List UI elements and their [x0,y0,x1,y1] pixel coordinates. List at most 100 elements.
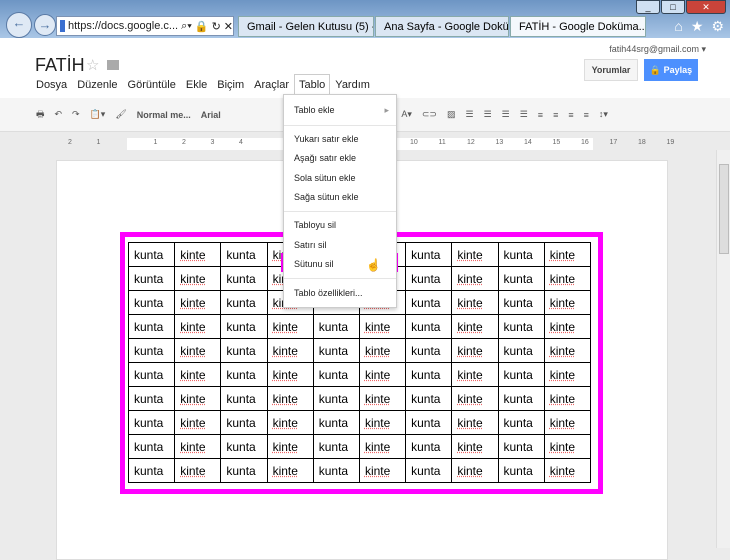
table-cell[interactable]: kunta [312,338,360,363]
align-left-icon[interactable]: ≡ [538,110,543,120]
align-right-icon[interactable]: ≡ [568,110,573,120]
table-cell[interactable]: kunta [220,410,268,435]
tab-fatih[interactable]: FATİH - Google Doküma...✕ [510,16,646,37]
table-cell[interactable]: kunta [497,386,545,411]
table-cell[interactable]: kinte [543,434,592,459]
table-cell[interactable]: kinte [174,242,222,267]
align-center-icon[interactable]: ≡ [553,110,558,120]
table-cell[interactable]: kunta [127,290,176,315]
table-cell[interactable]: kinte [266,362,314,387]
table-cell[interactable]: kunta [405,386,453,411]
table-cell[interactable]: kinte [358,434,407,459]
table-cell[interactable]: kinte [266,386,314,411]
close-button[interactable]: ✕ [686,0,726,14]
table-cell[interactable]: kunta [405,266,453,291]
table-cell[interactable]: kinte [174,386,222,411]
table-cell[interactable]: kinte [543,410,592,435]
table-cell[interactable]: kunta [220,290,268,315]
folder-icon[interactable] [107,60,119,70]
table-cell[interactable]: kinte [358,410,407,435]
table-cell[interactable]: kinte [451,242,499,267]
table-cell[interactable]: kunta [312,314,360,339]
increase-indent-icon[interactable]: ☰ [520,109,528,120]
redo-icon[interactable]: ↷ [72,109,80,120]
table-cell[interactable]: kinte [358,458,407,483]
paste-icon[interactable]: 📋▾ [90,109,106,120]
table-cell[interactable]: kunta [497,410,545,435]
table-cell[interactable]: kinte [451,266,499,291]
line-spacing-icon[interactable]: ↕▾ [599,109,608,120]
table-cell[interactable]: kunta [220,266,268,291]
table-cell[interactable]: kunta [405,458,453,483]
menu-item-tablo-ozellikleri[interactable]: Tablo özellikleri... [294,288,363,298]
menu-duzenle[interactable]: Düzenle [77,79,117,97]
table-cell[interactable]: kinte [174,410,222,435]
undo-icon[interactable]: ↶ [55,109,63,120]
table-cell[interactable]: kunta [220,386,268,411]
account-menu[interactable]: fatih44srg@gmail.com ▾ [609,44,706,55]
menu-bicim[interactable]: Biçim [217,79,244,97]
forward-button[interactable]: → [34,14,56,36]
table-cell[interactable]: kunta [312,458,360,483]
table-cell[interactable]: kunta [220,242,268,267]
table-cell[interactable]: kinte [174,458,222,483]
table-cell[interactable]: kinte [358,338,407,363]
image-icon[interactable]: ▨ [447,109,456,120]
table-cell[interactable]: kinte [174,338,222,363]
table-cell[interactable]: kunta [497,338,545,363]
table-cell[interactable]: kunta [497,314,545,339]
table-cell[interactable]: kinte [174,362,222,387]
table-cell[interactable]: kinte [451,338,499,363]
table-cell[interactable]: kunta [220,434,268,459]
table-cell[interactable]: kinte [543,458,592,483]
back-button[interactable]: ← [6,12,32,38]
numbered-list-icon[interactable]: ☰ [465,109,473,120]
share-button[interactable]: 🔒 Paylaş [644,59,698,81]
table-cell[interactable]: kinte [543,362,592,387]
menu-ekle[interactable]: Ekle [186,79,207,97]
table-cell[interactable]: kinte [266,410,314,435]
table-cell[interactable]: kinte [174,434,222,459]
table-cell[interactable]: kinte [174,266,222,291]
tab-ana-sayfa[interactable]: Ana Sayfa - Google Doküm... [375,16,509,37]
table-cell[interactable]: kinte [543,338,592,363]
table-cell[interactable]: kinte [451,434,499,459]
table-cell[interactable]: kunta [497,242,545,267]
font-select[interactable]: Arial [201,110,221,120]
table-cell[interactable]: kunta [127,362,176,387]
table-cell[interactable]: kinte [451,386,499,411]
menu-item-yukari-satir-ekle[interactable]: Yukarı satır ekle [294,134,359,144]
table-cell[interactable]: kinte [451,362,499,387]
table-cell[interactable]: kunta [127,386,176,411]
table-cell[interactable]: kunta [312,386,360,411]
menu-item-asagi-satir-ekle[interactable]: Aşağı satır ekle [294,153,356,163]
table-cell[interactable]: kunta [497,290,545,315]
menu-item-sutunu-sil[interactable]: Sütunu sil [294,259,334,269]
table-cell[interactable]: kunta [220,314,268,339]
table-cell[interactable]: kinte [451,290,499,315]
style-select[interactable]: Normal me... [137,110,191,120]
table-cell[interactable]: kunta [405,362,453,387]
link-icon[interactable]: ⊂⊃ [422,109,437,120]
table-cell[interactable]: kunta [127,410,176,435]
table-cell[interactable]: kunta [405,410,453,435]
table-cell[interactable]: kinte [358,314,407,339]
table-cell[interactable]: kunta [127,338,176,363]
table-cell[interactable]: kinte [266,434,314,459]
table-cell[interactable]: kinte [543,242,592,267]
comments-button[interactable]: Yorumlar [584,59,638,81]
table-cell[interactable]: kunta [127,314,176,339]
gear-icon[interactable]: ⚙ [711,18,724,35]
tab-gmail[interactable]: Gmail - Gelen Kutusu (5) - f... [238,16,374,37]
refresh-icon[interactable]: ↻ [212,20,221,33]
table-cell[interactable]: kunta [127,242,176,267]
home-icon[interactable]: ⌂ [674,18,682,35]
table-cell[interactable]: kunta [127,458,176,483]
print-icon[interactable]: 🖶 [36,107,45,123]
table-cell[interactable]: kunta [497,458,545,483]
table-cell[interactable]: kinte [543,386,592,411]
table-cell[interactable]: kinte [451,458,499,483]
table-cell[interactable]: kinte [266,314,314,339]
table-cell[interactable]: kunta [405,242,453,267]
table-cell[interactable]: kunta [220,458,268,483]
